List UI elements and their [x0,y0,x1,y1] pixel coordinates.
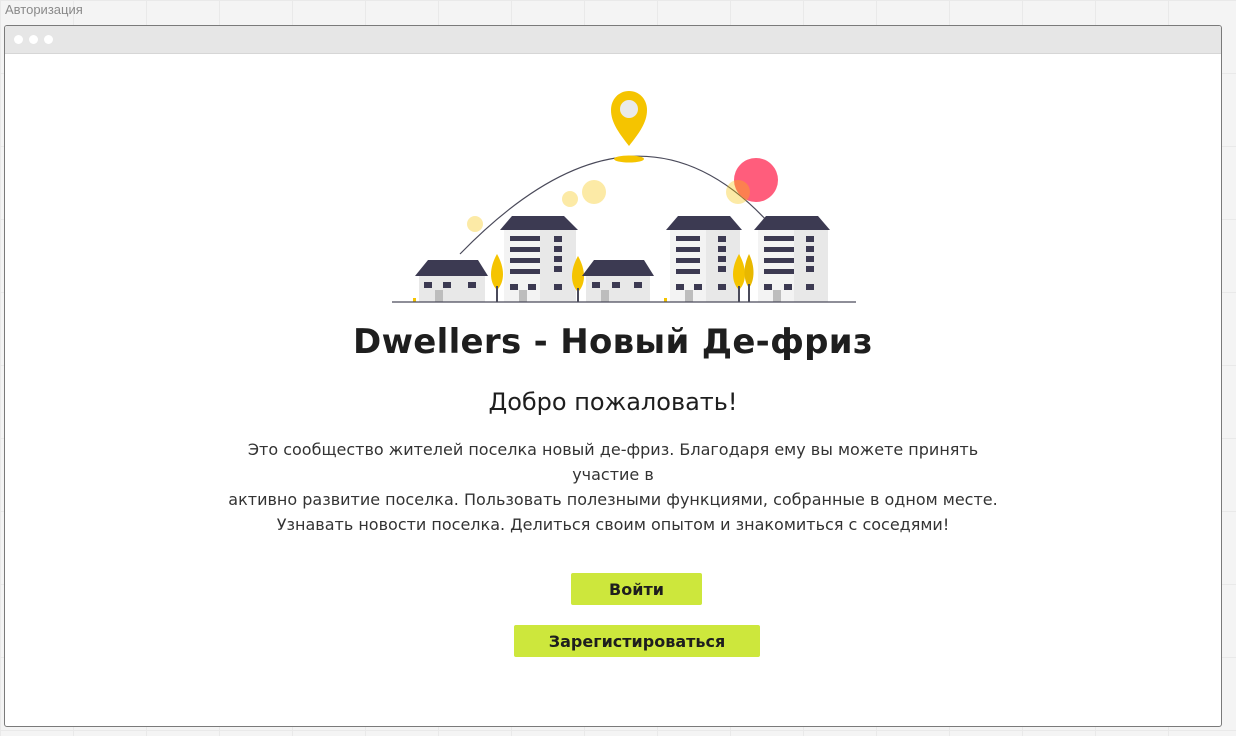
city-illustration-icon [392,91,856,303]
auth-page: Dwellers - Новый Де-фриз Добро пожаловат… [5,54,1221,726]
window-dot-icon [14,35,23,44]
welcome-heading: Добро пожаловать! [488,388,738,416]
browser-window: Dwellers - Новый Де-фриз Добро пожаловат… [4,25,1222,727]
register-button[interactable]: Зарегистироваться [514,625,760,657]
community-description: Это сообщество жителей поселка новый де-… [228,440,998,534]
window-dot-icon [29,35,38,44]
login-button[interactable]: Войти [571,573,702,605]
frame-label: Авторизация [5,2,83,17]
window-dot-icon [44,35,53,44]
page-title: Dwellers - Новый Де-фриз [353,322,873,362]
window-titlebar [5,26,1221,54]
